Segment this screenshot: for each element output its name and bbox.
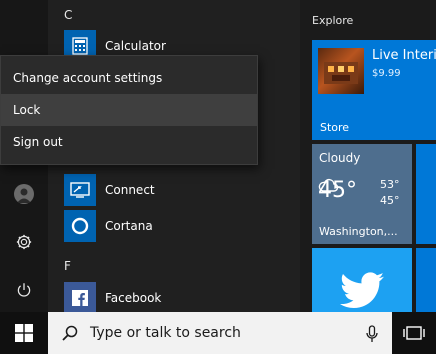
app-item-cortana[interactable]: Cortana (64, 210, 153, 242)
store-app-price: $9.99 (372, 68, 401, 79)
tile-group-explore-title[interactable]: Explore (312, 14, 353, 27)
facebook-icon (64, 282, 96, 314)
account-context-menu: Change account settings Lock Sign out (0, 55, 258, 165)
start-button[interactable] (0, 312, 48, 354)
menu-item-lock[interactable]: Lock (1, 94, 257, 126)
search-placeholder: Type or talk to search (90, 325, 241, 341)
app-name-calculator: Calculator (105, 39, 166, 53)
connect-icon (64, 174, 96, 206)
microphone-icon[interactable] (366, 325, 378, 343)
power-button[interactable] (0, 266, 48, 314)
taskbar: Type or talk to search (0, 312, 436, 354)
windows-logo-icon (15, 324, 33, 342)
store-tile[interactable]: Live Interi $9.99 Store (312, 40, 436, 140)
power-icon (17, 283, 31, 297)
app-name-facebook: Facebook (105, 291, 162, 305)
menu-item-change-account-settings[interactable]: Change account settings (1, 62, 257, 94)
partial-tile-bottom[interactable] (416, 248, 436, 312)
user-account-button[interactable] (0, 170, 48, 218)
app-name-cortana: Cortana (105, 219, 153, 233)
menu-item-sign-out[interactable]: Sign out (1, 126, 257, 158)
weather-low-temp: 45° (380, 194, 400, 207)
task-view-button[interactable] (392, 312, 436, 354)
weather-current-temp: 45° (318, 178, 357, 203)
search-box[interactable]: Type or talk to search (48, 312, 392, 354)
store-app-thumbnail (318, 48, 364, 94)
store-tile-label: Store (320, 121, 350, 134)
twitter-tile[interactable] (312, 248, 412, 312)
settings-button[interactable] (0, 218, 48, 266)
search-icon (62, 325, 78, 341)
weather-condition: Cloudy (319, 151, 361, 165)
user-avatar-icon (14, 184, 34, 204)
group-header-f[interactable]: F (64, 259, 71, 273)
app-item-connect[interactable]: Connect (64, 174, 155, 206)
weather-tile[interactable]: Cloudy 45° 53° 45° Washington,... (312, 144, 412, 244)
task-view-icon (403, 326, 425, 340)
settings-gear-icon (16, 234, 32, 250)
weather-location: Washington,... (319, 225, 398, 238)
twitter-bird-icon (340, 272, 384, 308)
group-header-c[interactable]: C (64, 8, 72, 22)
weather-high-temp: 53° (380, 178, 400, 191)
store-app-title: Live Interi (372, 48, 436, 63)
app-item-facebook[interactable]: Facebook (64, 282, 161, 314)
app-name-connect: Connect (105, 183, 155, 197)
partial-tile[interactable] (416, 144, 436, 244)
cortana-icon (64, 210, 96, 242)
tiles-panel: Explore Live Interi $9.99 Store Cloudy 4… (300, 0, 436, 312)
